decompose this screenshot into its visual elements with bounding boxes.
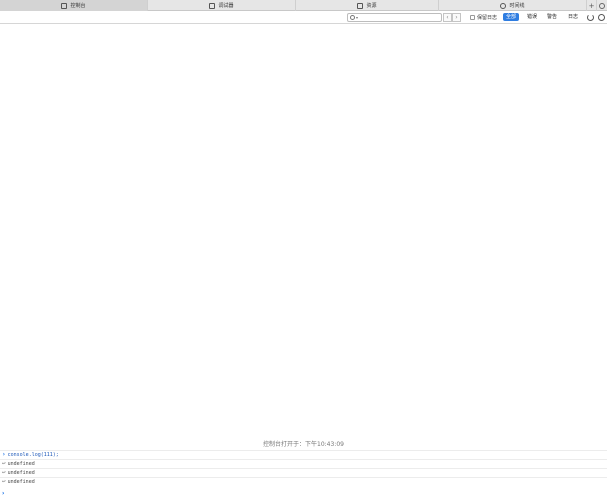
console-result: undefined <box>7 470 35 476</box>
console-prompt-input[interactable]: › <box>2 490 4 497</box>
tab-resources[interactable]: 资源 <box>296 0 439 11</box>
filter-errors[interactable]: 错误 <box>524 13 540 21</box>
input-chevron-icon: › <box>2 451 6 458</box>
result-arrow-icon: ↩ <box>2 469 6 476</box>
tab-debugger[interactable]: 调试器 <box>148 0 296 11</box>
console-result: undefined <box>7 479 35 485</box>
chevron-left-icon: ‹ <box>446 14 449 21</box>
next-match-button[interactable]: › <box>452 13 461 22</box>
filter-warnings[interactable]: 警告 <box>544 13 560 21</box>
clock-icon[interactable] <box>598 14 605 21</box>
chevron-right-icon: › <box>455 14 458 21</box>
filter-logs[interactable]: 日志 <box>565 13 581 21</box>
chevron-down-icon: ▾ <box>356 15 359 20</box>
tab-label: 控制台 <box>70 3 86 9</box>
console-result: undefined <box>7 461 35 467</box>
previous-match-button[interactable]: ‹ <box>443 13 452 22</box>
console-result-line: ↩ undefined <box>0 468 607 477</box>
tab-console[interactable]: 控制台 <box>0 0 148 11</box>
tab-label: 资源 <box>366 3 377 9</box>
timeline-icon <box>500 2 507 9</box>
console-result-line: ↩ undefined <box>0 459 607 468</box>
search-icon <box>350 15 355 20</box>
tab-timeline[interactable]: 时间线 <box>439 0 587 11</box>
filter-search-input[interactable]: ▾ <box>347 13 442 22</box>
checkbox-icon <box>470 15 475 20</box>
resources-icon <box>357 2 364 9</box>
debugger-icon <box>209 2 216 9</box>
console-toolbar: ▾ ‹ › 保留日志 全部 错误 警告 日志 <box>0 11 607 24</box>
settings-button[interactable] <box>597 0 607 11</box>
result-arrow-icon: ↩ <box>2 460 6 467</box>
result-arrow-icon: ↩ <box>2 478 6 485</box>
preserve-log-checkbox[interactable]: 保留日志 <box>470 14 497 21</box>
console-opened-message: 控制台打开于：下午10:43:09 <box>263 441 344 448</box>
tab-label: 调试器 <box>218 3 234 9</box>
preserve-log-label: 保留日志 <box>477 15 498 21</box>
console-command: console.log(111); <box>7 452 59 458</box>
plus-icon: + <box>588 1 595 10</box>
console-result-line: ↩ undefined <box>0 477 607 486</box>
refresh-icon[interactable] <box>587 14 594 21</box>
gear-icon <box>599 2 605 9</box>
tab-label: 时间线 <box>509 3 525 9</box>
console-input-line: › console.log(111); <box>0 450 607 459</box>
filter-all[interactable]: 全部 <box>503 13 520 21</box>
add-tab-button[interactable]: + <box>587 0 597 11</box>
tab-bar: 控制台 调试器 资源 时间线 + <box>0 0 607 11</box>
console-icon <box>61 2 68 9</box>
